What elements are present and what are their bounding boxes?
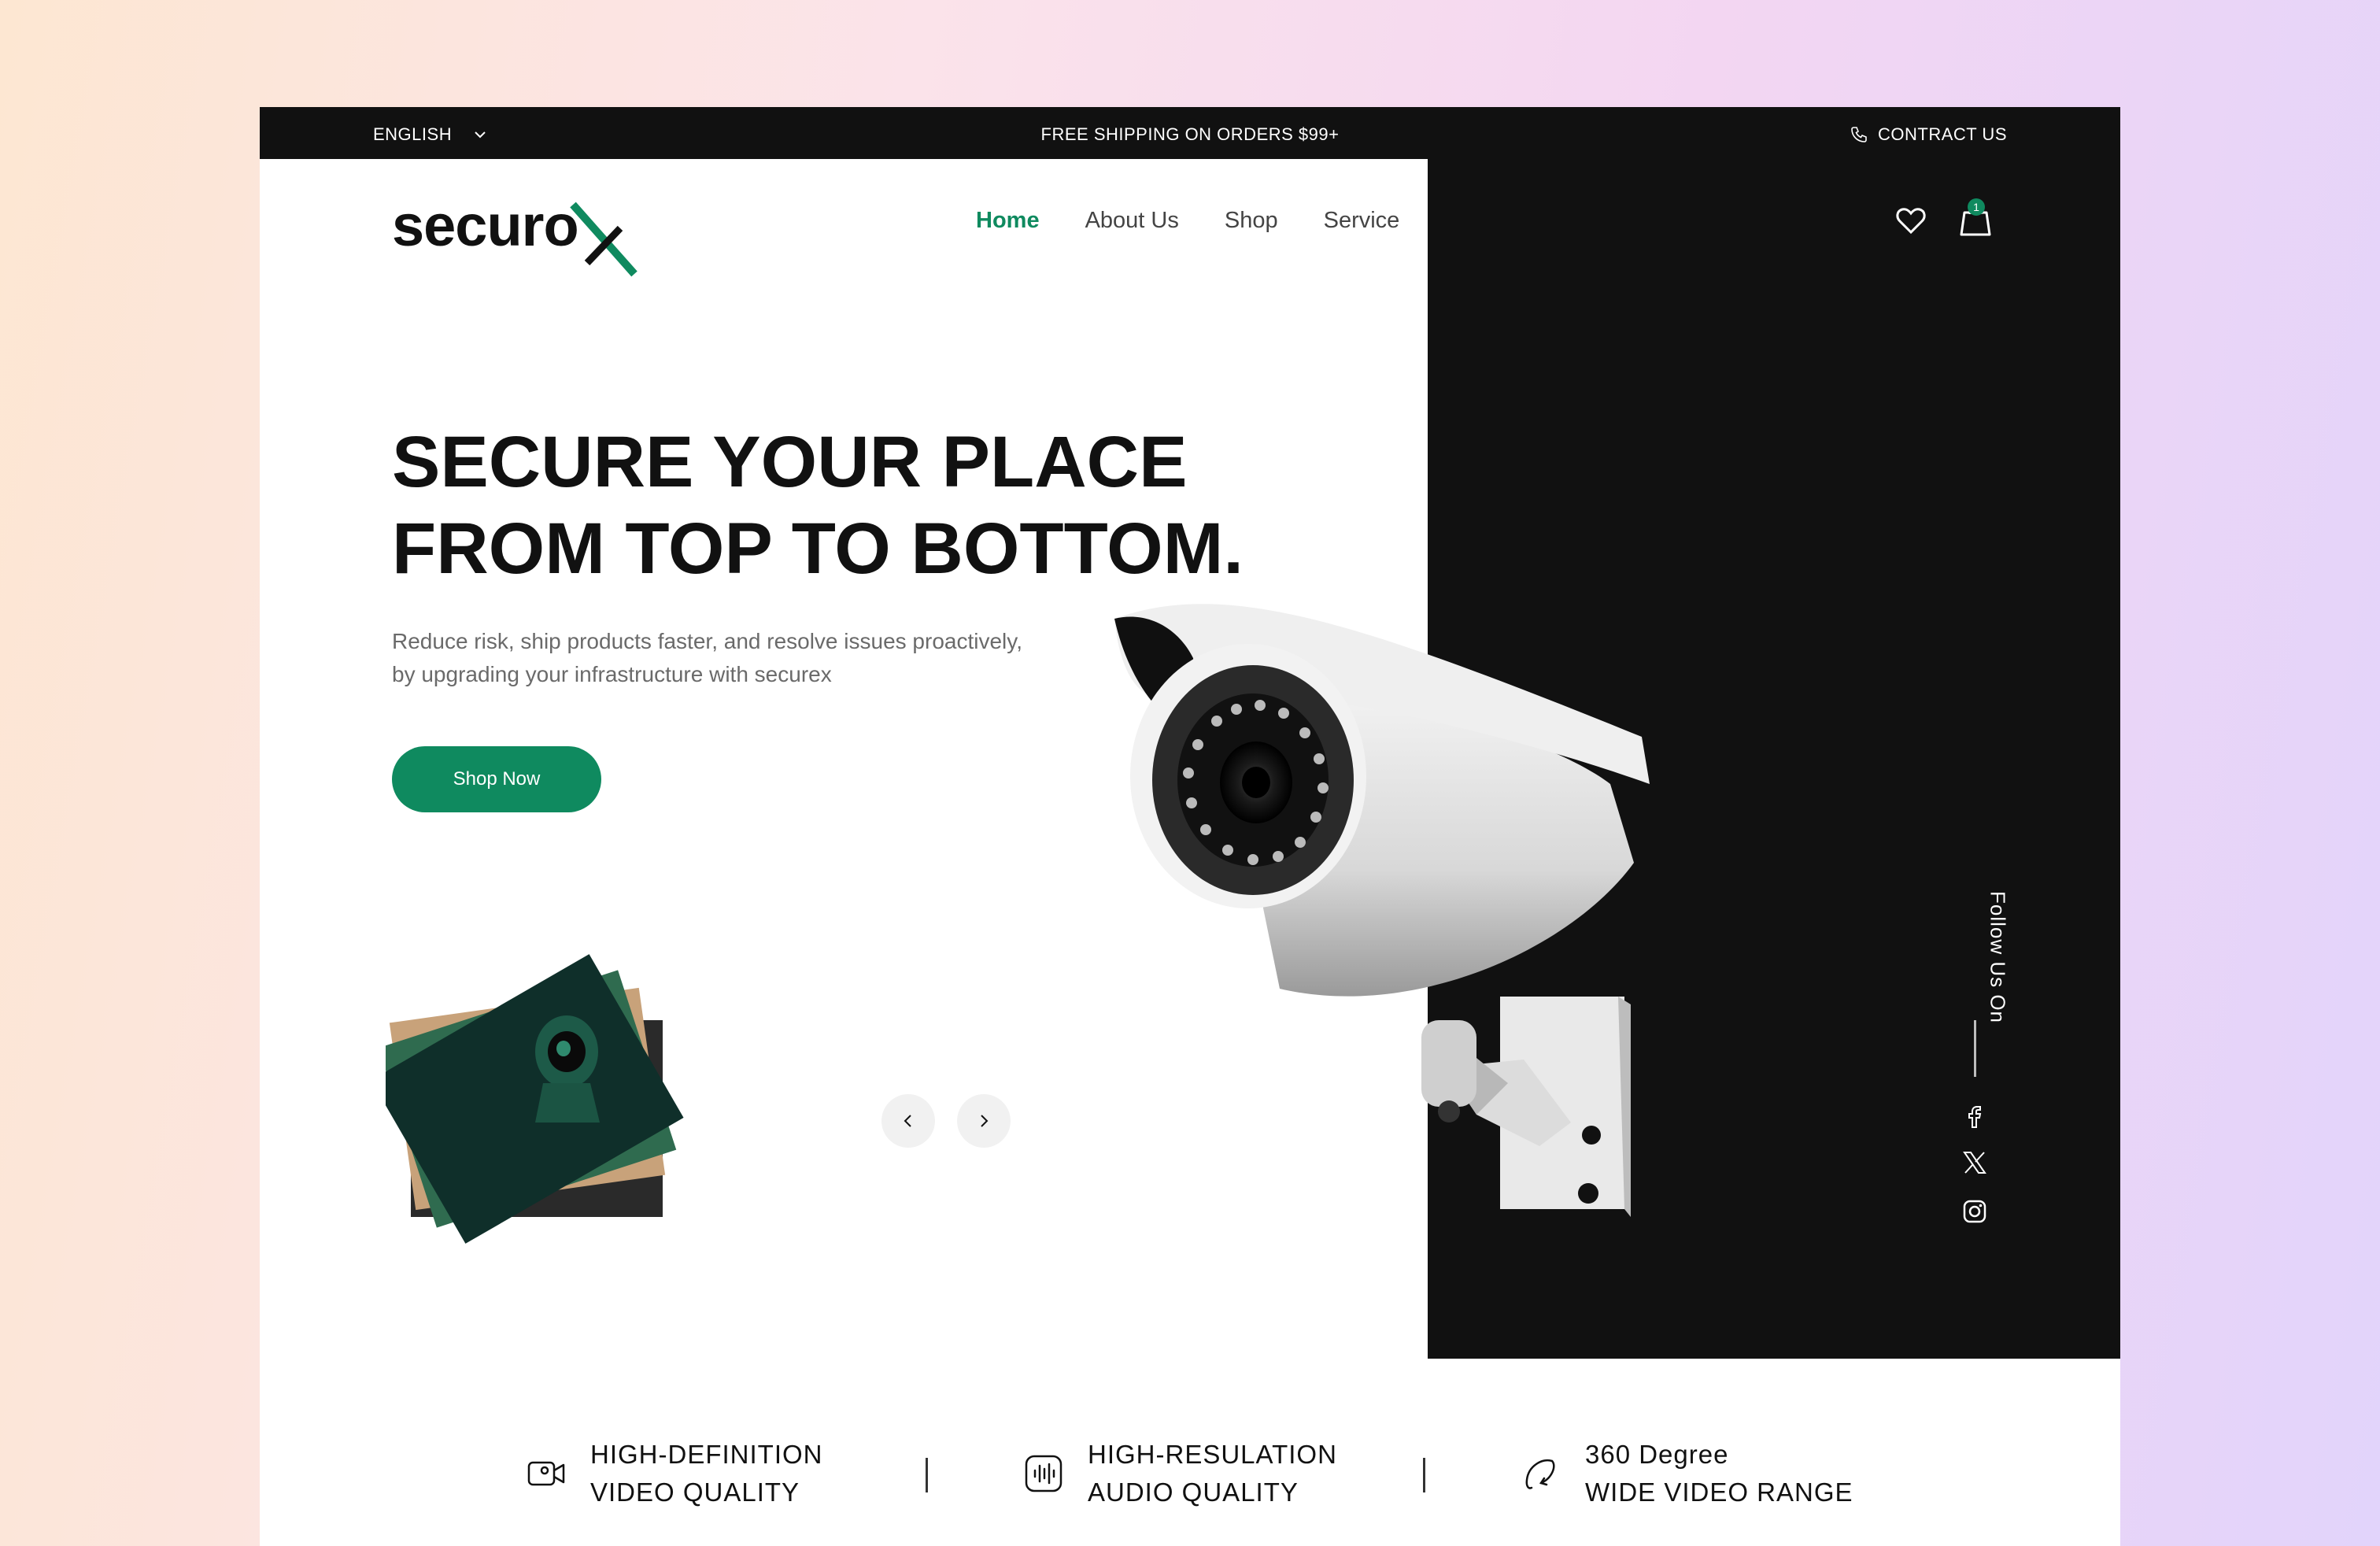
heart-icon[interactable] xyxy=(1894,203,1928,238)
product-thumbnail-stack xyxy=(386,954,684,1244)
feature-1-line-2: VIDEO QUALITY xyxy=(590,1478,800,1507)
feature-1-line-1: HIGH-DEFINITION xyxy=(590,1440,823,1469)
audio-wave-icon xyxy=(1025,1455,1062,1492)
main-nav: Home About Us Shop Service xyxy=(976,208,1399,234)
feature-video-range: 360 Degree WIDE VIDEO RANGE xyxy=(1521,1436,1853,1511)
top-bar: ENGLISH FREE SHIPPING ON ORDERS $99+ CON… xyxy=(260,107,2120,159)
video-camera-icon xyxy=(527,1461,565,1486)
contact-link[interactable]: CONTRACT US xyxy=(1850,124,2007,145)
carousel-prev-button[interactable] xyxy=(881,1094,935,1148)
contact-label: CONTRACT US xyxy=(1878,124,2007,144)
feature-separator xyxy=(926,1458,928,1492)
nav-about-us[interactable]: About Us xyxy=(1085,208,1179,234)
follow-us-label: Follow Us On xyxy=(1986,890,2010,1024)
chevron-left-icon xyxy=(904,1115,911,1127)
feature-video-quality: HIGH-DEFINITION VIDEO QUALITY xyxy=(526,1436,822,1511)
phone-icon xyxy=(1851,127,1867,142)
cart-count-badge: 1 xyxy=(1968,198,1985,216)
follow-divider xyxy=(1974,1020,1976,1077)
hero-title-line-1: SECURE YOUR PLACE xyxy=(392,422,1188,502)
feature-2-line-1: HIGH-RESULATION xyxy=(1088,1440,1337,1469)
page-frame: ENGLISH FREE SHIPPING ON ORDERS $99+ CON… xyxy=(260,107,2120,1546)
facebook-icon[interactable] xyxy=(1961,1104,1988,1130)
rotate-360-icon xyxy=(1525,1459,1555,1489)
feature-separator xyxy=(1423,1458,1425,1492)
nav-shop[interactable]: Shop xyxy=(1225,208,1278,234)
carousel-next-button[interactable] xyxy=(957,1094,1011,1148)
feature-3-line-2: WIDE VIDEO RANGE xyxy=(1585,1478,1853,1507)
feature-3-line-1: 360 Degree xyxy=(1585,1440,1729,1469)
logo-x-mark xyxy=(570,202,638,277)
hero-title: SECURE YOUR PLACE FROM TOP TO BOTTOM. xyxy=(392,419,1244,592)
instagram-icon[interactable] xyxy=(1961,1198,1988,1225)
feature-audio-quality: HIGH-RESULATION AUDIO QUALITY xyxy=(1023,1436,1337,1511)
follow-us-block: Follow Us On xyxy=(1974,847,2021,1067)
nav-home[interactable]: Home xyxy=(976,208,1040,234)
shop-now-button[interactable]: Shop Now xyxy=(392,746,601,812)
logo-text: securo xyxy=(392,193,579,258)
security-camera-image xyxy=(1114,604,1650,1217)
chevron-right-icon xyxy=(981,1115,989,1127)
feature-2-line-2: AUDIO QUALITY xyxy=(1088,1478,1299,1507)
nav-service[interactable]: Service xyxy=(1324,208,1400,234)
logo[interactable]: securo xyxy=(392,192,644,279)
x-twitter-icon[interactable] xyxy=(1961,1149,1988,1176)
hero-description: Reduce risk, ship products faster, and r… xyxy=(392,629,1022,686)
shipping-banner: FREE SHIPPING ON ORDERS $99+ xyxy=(1040,124,1340,144)
